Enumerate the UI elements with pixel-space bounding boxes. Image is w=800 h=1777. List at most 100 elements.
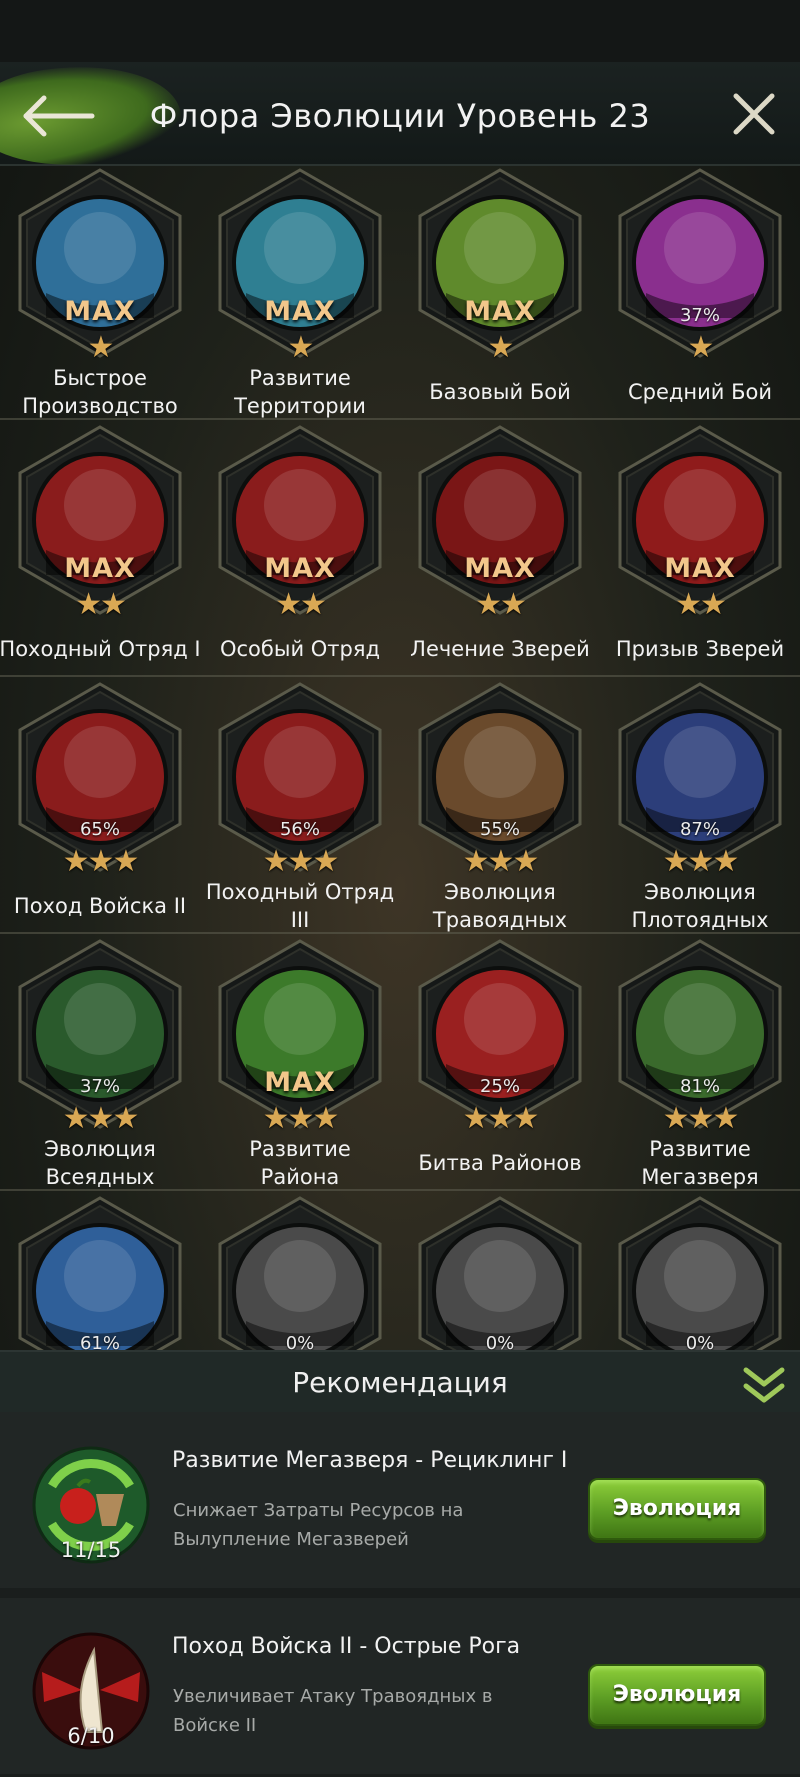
star-rating: ★★★ xyxy=(262,844,340,879)
skill-label: Походный Отряд I xyxy=(0,637,201,661)
recommendation-title: Рекомендация xyxy=(292,1366,508,1399)
star-rating: ★★ xyxy=(275,587,327,622)
skill-level: MAX xyxy=(264,296,336,327)
skill-level: MAX xyxy=(464,296,536,327)
recommendation-list: 11/15 Развитие Мегазверя - Рециклинг I С… xyxy=(0,1412,800,1777)
skill-level: MAX xyxy=(664,553,736,584)
skill-tile[interactable]: MAX ★★ Походный Отряд I xyxy=(0,425,201,675)
recommendation-count: 11/15 xyxy=(60,1538,122,1562)
skill-tile[interactable]: 87% ★★★ Эволюция Плотоядных xyxy=(600,682,800,932)
skill-label: Походный Отряд III xyxy=(205,880,395,932)
skill-level: 81% xyxy=(679,1076,720,1097)
skill-level: MAX xyxy=(64,296,136,327)
gorilla-grey-icon xyxy=(618,1196,782,1350)
skill-icon-frame: MAX ★★ xyxy=(616,425,784,622)
skill-icon-frame: 87% ★★★ xyxy=(616,682,784,879)
skill-icon-frame: 65% ★★★ xyxy=(16,682,184,879)
skill-tile[interactable]: MAX ★ Быстрое Производство xyxy=(0,168,200,418)
skill-tile[interactable]: MAX ★ Развитие Территории xyxy=(200,168,400,418)
skill-icon-frame: 0% xyxy=(416,1196,584,1350)
skill-level: 0% xyxy=(485,1333,515,1350)
skill-tile[interactable]: 25% ★★★ Битва Районов xyxy=(400,939,600,1189)
skill-level: MAX xyxy=(264,553,336,584)
skill-level: 25% xyxy=(479,1076,520,1097)
wolf-grey-icon xyxy=(418,1196,582,1350)
skill-icon-frame: 55% ★★★ xyxy=(416,682,584,879)
skill-level: 0% xyxy=(685,1333,715,1350)
skill-grid: MAX ★ Быстрое Производство MAX ★ Развитие Тер… xyxy=(0,0,800,1350)
skill-tile[interactable]: 37% ★ Средний Бой xyxy=(600,168,800,418)
skill-icon-frame: MAX ★★ xyxy=(416,425,584,622)
recommendation-item-desc: Увеличивает Атаку Травоядных в Войске II xyxy=(173,1686,493,1736)
skill-icon-frame: 25% ★★★ xyxy=(416,939,584,1136)
skill-label: Призыв Зверей xyxy=(615,637,785,661)
recommendation-count: 6/10 xyxy=(67,1724,115,1748)
skill-tile[interactable]: MAX ★★★ Развитие Района xyxy=(200,939,400,1189)
evolve-button[interactable]: Эволюция xyxy=(588,1478,766,1540)
skill-level: 56% xyxy=(279,819,320,840)
skill-label: Базовый Бой xyxy=(429,380,571,404)
star-rating: ★ xyxy=(687,330,715,365)
recommendation-card[interactable]: 11/15 Развитие Мегазверя - Рециклинг I С… xyxy=(0,1412,800,1588)
skill-label: Развитие Территории xyxy=(234,366,366,418)
skill-tile[interactable]: MAX ★★ Призыв Зверей xyxy=(600,425,800,675)
skill-label: Битва Районов xyxy=(418,1151,582,1175)
skill-icon-frame: 0% xyxy=(216,1196,384,1350)
row-separator xyxy=(0,675,800,677)
skill-icon-frame: 56% ★★★ xyxy=(216,682,384,879)
skill-label: Лечение Зверей xyxy=(410,637,590,661)
skill-label: Эволюция Травоядных xyxy=(432,880,568,932)
skill-label: Особый Отряд xyxy=(219,637,381,661)
skill-label: Поход Войска II xyxy=(13,894,187,918)
skill-icon-frame: MAX ★ xyxy=(416,168,584,365)
skill-tile[interactable]: 56% ★★★ Походный Отряд III xyxy=(200,682,400,932)
star-rating: ★★★ xyxy=(462,1101,540,1136)
skill-level: MAX xyxy=(264,1067,336,1098)
skill-label: Развитие Мегазверя xyxy=(641,1137,759,1189)
skill-tile[interactable]: MAX ★ Базовый Бой xyxy=(400,168,600,418)
star-rating: ★★★ xyxy=(662,1101,740,1136)
skill-icon-frame: MAX ★ xyxy=(16,168,184,365)
skill-level: MAX xyxy=(464,553,536,584)
skill-icon-frame: 81% ★★★ xyxy=(616,939,784,1136)
skill-label: Быстрое Производство xyxy=(22,366,178,418)
claw-icon xyxy=(18,1196,182,1350)
skill-tile[interactable]: 61% xyxy=(0,1196,200,1350)
skill-icon-frame: 37% ★★★ xyxy=(16,939,184,1136)
double-chevron-down-icon[interactable] xyxy=(742,1364,786,1406)
star-rating: ★★★ xyxy=(62,1101,140,1136)
star-rating: ★ xyxy=(87,330,115,365)
recommendation-item-title: Поход Войска II - Острые Рога xyxy=(172,1634,521,1659)
skill-level: 0% xyxy=(285,1333,315,1350)
skill-tile[interactable]: 0% xyxy=(400,1196,600,1350)
skill-level: 37% xyxy=(679,305,720,326)
bison-grey-icon xyxy=(218,1196,382,1350)
evolve-button[interactable]: Эволюция xyxy=(588,1664,766,1726)
skill-tile[interactable]: 0% xyxy=(200,1196,400,1350)
skill-label: Средний Бой xyxy=(627,380,773,404)
skill-tile[interactable]: 81% ★★★ Развитие Мегазверя xyxy=(600,939,800,1189)
star-rating: ★★ xyxy=(675,587,727,622)
skill-label: Эволюция Всеядных xyxy=(44,1137,156,1189)
star-rating: ★★★ xyxy=(662,844,740,879)
skill-level: 65% xyxy=(79,819,120,840)
skill-tile[interactable]: 65% ★★★ Поход Войска II xyxy=(0,682,200,932)
skill-tile[interactable]: 37% ★★★ Эволюция Всеядных xyxy=(0,939,200,1189)
skill-label: Развитие Района xyxy=(249,1137,351,1189)
recommendation-item-desc: Снижает Затраты Ресурсов на Вылупление М… xyxy=(173,1500,464,1550)
star-rating: ★ xyxy=(287,330,315,365)
skill-tile[interactable]: MAX ★★ Лечение Зверей xyxy=(400,425,600,675)
skill-tile[interactable]: MAX ★★ Особый Отряд xyxy=(200,425,400,675)
recommendation-header[interactable]: Рекомендация xyxy=(0,1350,800,1412)
star-rating: ★ xyxy=(487,330,515,365)
skill-tile[interactable]: 55% ★★★ Эволюция Травоядных xyxy=(400,682,600,932)
skill-level: 61% xyxy=(79,1333,120,1350)
skill-icon-frame: MAX ★ xyxy=(216,168,384,365)
skill-icon-frame: 37% ★ xyxy=(616,168,784,365)
skill-tile[interactable]: 0% xyxy=(600,1196,800,1350)
star-rating: ★★ xyxy=(475,587,527,622)
star-rating: ★★★ xyxy=(462,844,540,879)
recommendation-card[interactable]: 6/10 Поход Войска II - Острые Рога Увели… xyxy=(0,1598,800,1774)
skill-label: Эволюция Плотоядных xyxy=(631,880,769,932)
skill-icon-frame: 61% xyxy=(16,1196,184,1350)
